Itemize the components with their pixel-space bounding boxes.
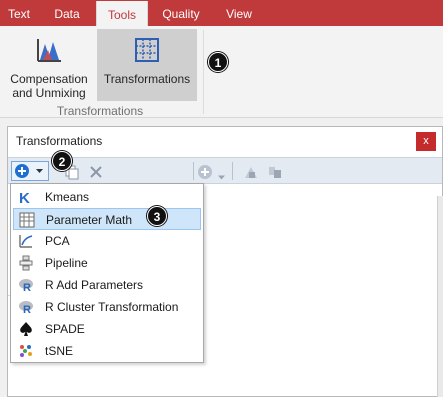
move-up-icon[interactable] (243, 162, 259, 182)
menu-item-label: tSNE (45, 344, 74, 358)
close-button[interactable]: x (416, 132, 436, 151)
svg-text:R: R (23, 282, 31, 293)
menu-item-label: Pipeline (45, 256, 88, 270)
callout-2: 2 (52, 151, 72, 171)
menu-item-pca[interactable]: PCA (13, 230, 201, 252)
pca-icon (19, 235, 33, 248)
ribbon-group-label: Transformations (56, 104, 144, 118)
ribbon-group-separator (203, 30, 204, 114)
svg-text:K: K (19, 190, 30, 205)
compensation-label-line2: and Unmixing (12, 86, 86, 100)
callout-1: 1 (208, 52, 228, 72)
toolbar-separator (193, 162, 194, 180)
tab-view[interactable]: View (214, 0, 264, 26)
menu-item-label: PCA (45, 234, 70, 248)
tab-quality[interactable]: Quality (152, 0, 210, 26)
transformation-type-menu: K Kmeans Parameter Math PCA Pipeline R R… (10, 183, 204, 363)
compensation-label-line1: Compensation (10, 72, 88, 86)
svg-text:R: R (23, 304, 31, 315)
add-circle-icon (15, 164, 29, 178)
ribbon-panel: Compensation and Unmixing Transformation… (0, 26, 443, 118)
menu-item-pipeline[interactable]: Pipeline (13, 252, 201, 274)
compensation-and-unmixing-button[interactable]: Compensation and Unmixing (4, 29, 94, 101)
menu-item-r-add-parameters[interactable]: R R Add Parameters (13, 274, 201, 296)
tab-tools[interactable]: Tools (96, 1, 148, 26)
menu-item-parameter-math[interactable]: Parameter Math (13, 208, 201, 230)
tab-text[interactable]: Text (0, 0, 38, 26)
panel-toolbar (8, 157, 442, 184)
panel-right-scroll-edge[interactable] (437, 196, 443, 397)
delete-icon[interactable] (88, 162, 104, 182)
chevron-down-icon (36, 169, 43, 173)
ribbon-tab-bar: Text Data Tools Quality View (0, 0, 443, 26)
menu-item-r-cluster-transformation[interactable]: R R Cluster Transformation (13, 296, 201, 318)
close-icon: x (423, 135, 429, 147)
compensation-icon (37, 39, 61, 62)
tab-data[interactable]: Data (44, 0, 90, 26)
menu-item-label: SPADE (45, 322, 85, 336)
panel-title: Transformations (16, 134, 103, 148)
menu-item-label: Kmeans (45, 190, 90, 204)
add-transformation-dropdown-button[interactable] (11, 161, 49, 181)
callout-3: 3 (147, 206, 167, 226)
toolbar-separator-2 (232, 162, 233, 180)
menu-item-kmeans[interactable]: K Kmeans (13, 186, 201, 208)
transformations-grid-icon (135, 38, 159, 62)
kmeans-icon: K (19, 190, 30, 205)
transformations-button-label: Transformations (103, 72, 191, 86)
move-down-icon[interactable] (267, 162, 283, 182)
r-icon: R (19, 279, 33, 293)
menu-item-label: Parameter Math (46, 213, 133, 227)
menu-item-label: R Add Parameters (45, 278, 144, 292)
menu-item-label: R Cluster Transformation (45, 300, 179, 314)
parameter-math-icon (19, 212, 35, 228)
menu-item-tsne[interactable]: tSNE (13, 340, 201, 362)
spade-icon (20, 322, 32, 336)
pipeline-icon (19, 255, 33, 271)
chevron-down-disabled-icon[interactable] (218, 168, 225, 188)
tsne-icon (20, 345, 32, 357)
add-circle-disabled-icon[interactable] (197, 162, 213, 182)
r-icon: R (19, 301, 33, 315)
transformations-button[interactable]: Transformations (97, 29, 197, 101)
menu-item-spade[interactable]: SPADE (13, 318, 201, 340)
